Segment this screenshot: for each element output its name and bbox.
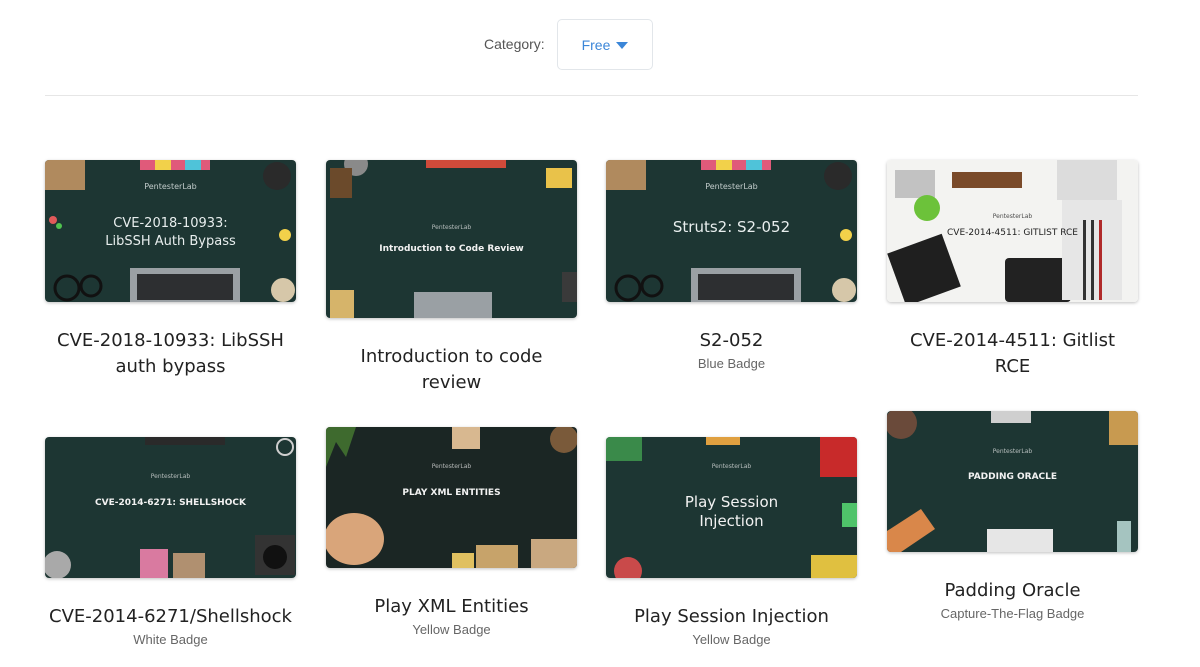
exercise-card[interactable]: PentesterLab CVE-2014-6271: SHELLSHOCK C…: [45, 437, 296, 647]
exercise-title[interactable]: Introduction to code review: [326, 344, 577, 396]
exercise-thumbnail[interactable]: PentesterLab CVE-2018-10933: LibSSH Auth…: [45, 160, 296, 302]
caret-down-icon: [616, 41, 629, 49]
exercise-title[interactable]: CVE-2018-10933: LibSSH auth bypass: [45, 328, 296, 380]
thumbnail-caption: Injection: [699, 512, 764, 530]
badge-label: Yellow Badge: [412, 622, 491, 637]
exercise-card[interactable]: PentesterLab Introduction to Code Review…: [326, 160, 577, 396]
thumbnail-brand: PentesterLab: [705, 182, 758, 191]
exercise-thumbnail[interactable]: PentesterLab PLAY XML ENTITIES: [326, 427, 577, 568]
badge-label: Blue Badge: [697, 356, 766, 371]
thumbnail-brand: PentesterLab: [431, 224, 472, 231]
thumbnail-caption: CVE-2014-4511: GITLIST RCE: [947, 228, 1078, 238]
exercise-thumbnail[interactable]: PentesterLab CVE-2014-6271: SHELLSHOCK: [45, 437, 296, 578]
exercise-card[interactable]: PentesterLab Struts2: S2-052 S2-052 Blue…: [606, 160, 857, 371]
exercise-thumbnail[interactable]: PentesterLab Introduction to Code Review: [326, 160, 577, 318]
thumbnail-caption: PADDING ORACLE: [967, 472, 1058, 482]
exercise-card[interactable]: PentesterLab CVE-2014-4511: GITLIST RCE …: [887, 160, 1138, 380]
exercise-thumbnail[interactable]: PentesterLab CVE-2014-4511: GITLIST RCE: [887, 160, 1138, 302]
thumbnail-caption: CVE-2018-10933:: [113, 216, 228, 231]
exercise-title[interactable]: Play Session Injection: [606, 604, 857, 630]
exercise-thumbnail[interactable]: PentesterLab Struts2: S2-052: [606, 160, 857, 302]
thumbnail-brand: PentesterLab: [431, 463, 472, 470]
category-filter-bar: Category: Free: [0, 0, 1200, 96]
exercise-title[interactable]: Play XML Entities: [326, 594, 577, 620]
exercise-card[interactable]: PentesterLab PADDING ORACLE Padding Orac…: [887, 411, 1138, 621]
thumbnail-brand: PentesterLab: [992, 213, 1033, 220]
exercise-card[interactable]: PentesterLab CVE-2018-10933: LibSSH Auth…: [45, 160, 296, 380]
thumbnail-caption: Struts2: S2-052: [672, 218, 791, 236]
thumbnail-caption: Play Session: [684, 493, 779, 511]
exercise-card[interactable]: PentesterLab Play Session Injection Play…: [606, 437, 857, 647]
exercise-title[interactable]: Padding Oracle: [887, 578, 1138, 604]
thumbnail-brand: PentesterLab: [144, 182, 197, 191]
header-divider: [45, 95, 1138, 96]
exercise-card[interactable]: PentesterLab PLAY XML ENTITIES Play XML …: [326, 427, 577, 637]
badge-label: Capture-The-Flag Badge: [940, 606, 1085, 621]
category-dropdown[interactable]: Free: [557, 19, 653, 70]
category-selected-value: Free: [581, 36, 611, 53]
badge-label: White Badge: [133, 632, 208, 647]
thumbnail-caption: CVE-2014-6271: SHELLSHOCK: [95, 498, 246, 508]
exercise-title[interactable]: S2-052: [606, 328, 857, 354]
thumbnail-caption: Introduction to Code Review: [379, 244, 524, 254]
category-label: Category:: [484, 36, 545, 52]
exercise-title[interactable]: CVE-2014-6271/Shellshock: [45, 604, 296, 630]
exercise-title[interactable]: CVE-2014-4511: Gitlist RCE: [887, 328, 1138, 380]
thumbnail-caption: LibSSH Auth Bypass: [105, 234, 236, 249]
badge-label: Yellow Badge: [692, 632, 771, 647]
thumbnail-brand: PentesterLab: [711, 463, 752, 470]
thumbnail-caption: PLAY XML ENTITIES: [402, 488, 501, 498]
thumbnail-brand: PentesterLab: [992, 448, 1033, 455]
exercise-thumbnail[interactable]: PentesterLab Play Session Injection: [606, 437, 857, 578]
thumbnail-brand: PentesterLab: [150, 473, 191, 480]
exercise-thumbnail[interactable]: PentesterLab PADDING ORACLE: [887, 411, 1138, 552]
